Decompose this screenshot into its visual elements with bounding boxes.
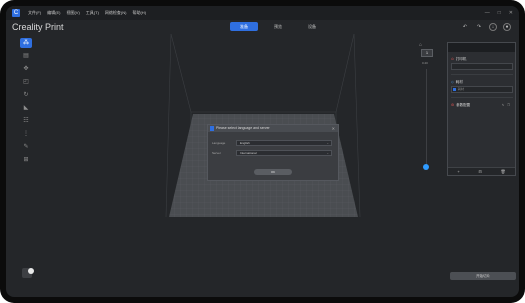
server-select[interactable]: International ⌄	[236, 150, 332, 156]
language-value: English	[240, 141, 250, 145]
app-window: C 文件(F) 编辑(E) 视图(V) 工具(T) 网络检查(N) 帮助(H) …	[6, 6, 519, 297]
material-select[interactable]: 耗材	[451, 86, 513, 93]
minimize-icon[interactable]: —	[485, 9, 490, 17]
process-tools: ✎ ❐	[502, 102, 510, 108]
server-value: International	[240, 151, 257, 155]
dialog-close-icon[interactable]: ✕	[332, 125, 335, 132]
menu-help[interactable]: 帮助(H)	[132, 9, 146, 17]
chevron-down-icon: ⌄	[326, 141, 329, 145]
divider	[451, 74, 513, 75]
home-view-icon[interactable]: ⌂	[419, 42, 422, 48]
slider-track[interactable]	[426, 69, 427, 169]
layer-height-label: 0.20	[422, 61, 428, 65]
slider-handle[interactable]	[423, 164, 429, 170]
title-actions: ↶ ↷ ↓ ●	[461, 23, 511, 31]
process-icon: ⚙	[451, 103, 455, 107]
title-bar: Creality Print 准备 预览 设备 ↶ ↷ ↓ ●	[6, 20, 519, 34]
scale-icon[interactable]: ◰	[20, 77, 32, 87]
material-header: ◇ 耗材	[451, 79, 513, 85]
printer-icon: ⊙	[451, 57, 454, 61]
material-icon: ◇	[451, 80, 454, 84]
menu-network[interactable]: 网络检查(N)	[105, 9, 127, 17]
material-title: 耗材	[455, 80, 463, 84]
process-title: 参数配置	[456, 103, 471, 107]
process-section: ⚙ 参数配置 ✎ ❐	[451, 102, 513, 108]
app-logo-icon: C	[12, 9, 20, 17]
lay-flat-icon[interactable]: ◣	[20, 103, 32, 113]
menu-edit[interactable]: 编辑(E)	[47, 9, 60, 17]
cut-icon[interactable]: ☷	[20, 116, 32, 126]
dialog-header: Please select language and server ✕	[208, 125, 338, 132]
menu-items: 文件(F) 编辑(E) 视图(V) 工具(T) 网络检查(N) 帮助(H)	[28, 9, 146, 17]
device-frame: C 文件(F) 编辑(E) 视图(V) 工具(T) 网络检查(N) 帮助(H) …	[0, 0, 525, 303]
move-icon[interactable]: ✥	[20, 64, 32, 74]
layer-slider: 1 0.20	[421, 49, 433, 175]
layer-top-value[interactable]: 1	[421, 49, 433, 57]
object-list-actions: + ⊟ 🗑	[448, 167, 515, 175]
redo-icon[interactable]: ↷	[475, 23, 483, 31]
rotate-icon[interactable]: ↻	[20, 90, 32, 100]
import-icon[interactable]: ▤	[20, 51, 32, 61]
chevron-down-icon: ⌄	[326, 151, 329, 155]
maximize-icon[interactable]: □	[498, 9, 501, 17]
menu-file[interactable]: 文件(F)	[28, 9, 41, 17]
download-icon[interactable]: ↓	[489, 23, 497, 31]
menu-tools[interactable]: 工具(T)	[86, 9, 99, 17]
app-icon	[210, 126, 214, 131]
panel-header	[448, 43, 515, 52]
paint-icon[interactable]: ✎	[20, 142, 32, 152]
close-icon[interactable]: ✕	[509, 9, 513, 17]
printer-title: 打印机	[455, 57, 467, 61]
printer-section: ⊙ 打印机	[451, 56, 513, 75]
language-row: Language English ⌄	[212, 140, 334, 146]
menu-view[interactable]: 视图(V)	[66, 9, 79, 17]
language-label: Language	[212, 141, 226, 145]
support-icon[interactable]: ⋮	[20, 129, 32, 139]
collapse-icon[interactable]: ⊟	[478, 169, 481, 174]
dialog-title: Please select language and server	[216, 126, 270, 130]
window-controls: — □ ✕	[485, 9, 513, 17]
material-field-label: 耗材	[458, 87, 465, 91]
ok-button[interactable]: OK	[254, 169, 292, 175]
user-icon[interactable]: ●	[503, 23, 511, 31]
printer-select[interactable]	[451, 63, 513, 70]
undo-icon[interactable]: ↶	[461, 23, 469, 31]
material-color-swatch	[453, 88, 456, 91]
start-slice-button[interactable]: 开始切片	[450, 272, 516, 280]
arrange-icon[interactable]: ⊞	[20, 155, 32, 165]
divider	[451, 97, 513, 98]
left-toolbar: ⁂ ▤ ✥ ◰ ↻ ◣ ☷ ⋮ ✎ ⊞	[20, 38, 32, 168]
language-select[interactable]: English ⌄	[236, 140, 332, 146]
material-section: ◇ 耗材 耗材	[451, 79, 513, 98]
printer-header: ⊙ 打印机	[451, 56, 513, 62]
server-label: Server	[212, 151, 221, 155]
app-title: Creality Print	[12, 22, 64, 32]
status-indicator-icon	[28, 268, 34, 274]
objects-icon[interactable]: ⁂	[20, 38, 32, 48]
menu-bar: C 文件(F) 编辑(E) 视图(V) 工具(T) 网络检查(N) 帮助(H) …	[6, 6, 519, 20]
copy-icon[interactable]: ❐	[507, 102, 510, 108]
tab-prepare[interactable]: 准备	[230, 22, 258, 31]
add-icon[interactable]: +	[457, 169, 459, 174]
right-panel: ⊙ 打印机 ◇ 耗材 耗材 ⚙ 参数配置 ✎ ❐ + ⊟ 🗑	[447, 42, 516, 176]
main-tabs: 准备 预览 设备	[230, 22, 326, 31]
language-server-dialog: Please select language and server ✕ Lang…	[207, 124, 339, 181]
server-row: Server International ⌄	[212, 150, 334, 156]
edit-icon[interactable]: ✎	[502, 102, 505, 108]
tab-device[interactable]: 设备	[298, 22, 326, 31]
tab-preview[interactable]: 预览	[264, 22, 292, 31]
delete-icon[interactable]: 🗑	[501, 169, 506, 174]
